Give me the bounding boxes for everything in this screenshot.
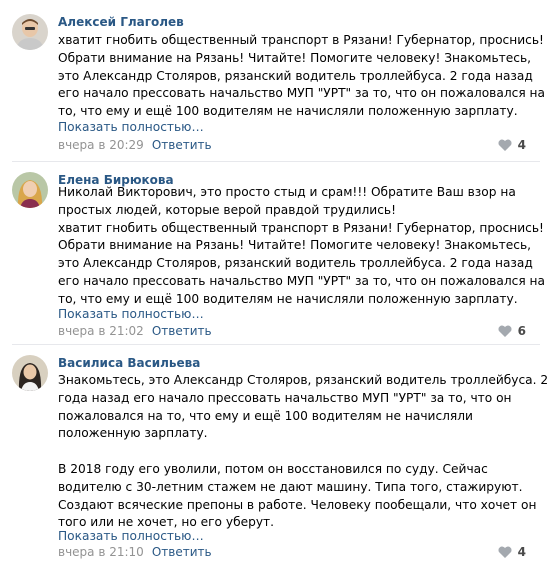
like-button[interactable]: 4 [498,137,526,153]
comment-text: Знакомьтесь, это Александр Столяров, ряз… [58,372,549,532]
comment-2: Елена Бирюкова Николай Викторович, это п… [0,162,552,340]
comment-line: года назад его начало прессовать начальс… [58,390,512,405]
comment-line: пожаловался на то, что ему и ещё 100 вод… [58,408,473,423]
reply-button[interactable]: Ответить [152,138,212,152]
comment-line: положенную зарплату. [58,426,208,441]
heart-icon [498,546,512,558]
comment-line: это Александр Столяров, рязанский водите… [58,256,533,271]
like-count: 4 [517,545,526,559]
heart-icon [498,139,512,151]
comment-line: хватит гнобить общественный транспорт в … [58,220,544,235]
show-more-link[interactable]: Показать полностью… [58,306,204,322]
comment-text: хватит гнобить общественный транспорт в … [58,32,545,121]
like-count: 4 [517,138,526,152]
comment-line: Николай Викторович, это просто стыд и ср… [58,185,516,199]
comment-line: хватит гнобить общественный транспорт в … [58,33,544,47]
reply-button[interactable]: Ответить [152,324,212,338]
comment-line: его начало прессовать начальство МУП "УР… [58,86,545,101]
comment-1: Алексей Глаголев хватит гнобить обществе… [0,0,552,160]
comment-date[interactable]: вчера в 21:02 [58,324,144,338]
user-photo-female-dark-icon [12,355,48,391]
comment-line: водителю с 30-летним стажем не дают маши… [58,479,523,494]
comment-line: простых людей, которые верой правдой тру… [58,202,396,217]
avatar[interactable] [12,172,48,208]
user-photo-female-blonde-icon [12,172,48,208]
avatar[interactable] [12,14,48,50]
comment-meta: вчера в 20:29 Ответить [58,137,212,153]
like-count: 6 [517,324,526,338]
comment-line: Знакомьтесь, это Александр Столяров, ряз… [58,373,549,387]
comment-author[interactable]: Алексей Глаголев [58,14,184,30]
heart-icon [498,325,512,337]
comment-line [58,443,538,461]
comment-line: В 2018 году его уволили, потом он восста… [58,461,488,476]
comment-3: Василиса Васильева Знакомьтесь, это Алек… [0,345,552,566]
comment-date[interactable]: вчера в 21:10 [58,545,144,559]
comment-line: Создают всяческие препоны в работе. Чело… [58,497,537,512]
show-more-link[interactable]: Показать полностью… [58,528,204,544]
comment-line: Обрати внимание на Рязань! Читайте! Помо… [58,50,532,65]
comment-date[interactable]: вчера в 20:29 [58,138,144,152]
comment-meta: вчера в 21:02 Ответить [58,323,212,339]
reply-button[interactable]: Ответить [152,545,212,559]
user-photo-male-icon [12,14,48,50]
like-button[interactable]: 4 [498,544,526,560]
comment-line: его начало прессовать начальство МУП "УР… [58,273,545,288]
comment-meta: вчера в 21:10 Ответить [58,544,212,560]
comment-line: это Александр Столяров, рязанский водите… [58,68,533,83]
show-more-link[interactable]: Показать полностью… [58,119,204,135]
comment-line: Обрати внимание на Рязань! Читайте! Помо… [58,238,532,253]
avatar[interactable] [12,355,48,391]
comment-text: Николай Викторович, это просто стыд и ср… [58,184,545,309]
comment-author[interactable]: Василиса Васильева [58,355,200,371]
like-button[interactable]: 6 [498,323,526,339]
